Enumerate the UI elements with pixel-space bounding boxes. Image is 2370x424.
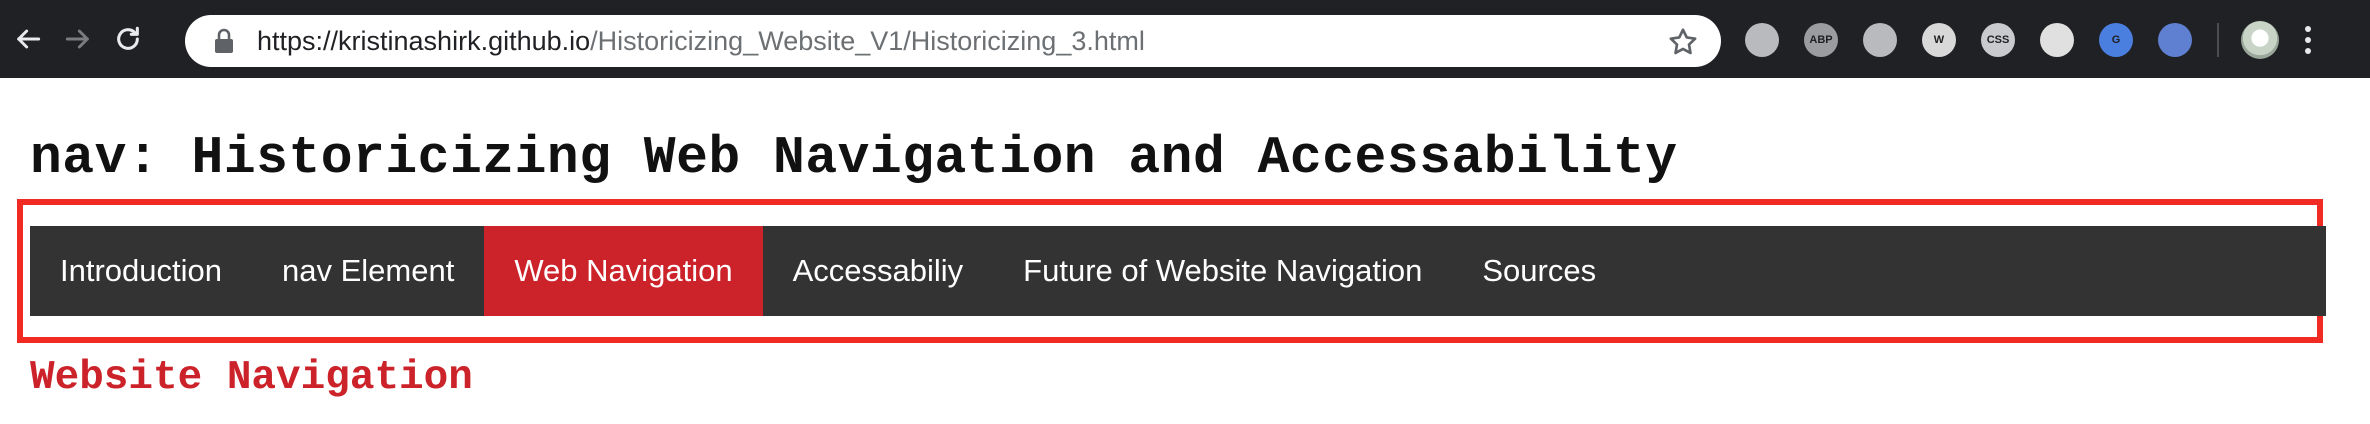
main-navigation: Introduction nav Element Web Navigation Acc… [30,226,2326,316]
back-button[interactable] [6,17,50,61]
back-arrow-icon [17,29,41,49]
nav-link-future-of-website-navigation[interactable]: Future of Website Navigation [993,226,1452,316]
extensions-area: ABP W CSS G [1745,18,2311,62]
blocked-extension-icon[interactable] [2158,23,2192,57]
wikiwand-icon[interactable]: W [1922,23,1956,57]
forward-arrow-icon [65,29,89,49]
reload-icon [117,26,139,50]
nav-link-accessabiliy[interactable]: Accessabiliy [763,226,994,316]
url-text: https://kristinashirk.github.io/Historic… [257,26,1145,57]
star-icon[interactable] [1667,26,1699,58]
nav-link-web-navigation[interactable]: Web Navigation [484,226,763,316]
nav-link-sources[interactable]: Sources [1452,226,1626,316]
hat-extension-icon[interactable] [1863,23,1897,57]
google-translate-icon[interactable]: G [2099,23,2133,57]
section-heading: Website Navigation [30,355,473,401]
css-viewer-icon[interactable]: CSS [1981,23,2015,57]
browser-toolbar: https://kristinashirk.github.io/Historic… [0,0,2370,78]
address-bar[interactable]: https://kristinashirk.github.io/Historic… [185,15,1721,67]
toolbar-separator [2217,23,2219,57]
page-title: nav: Historicizing Web Navigation and Ac… [30,128,1678,188]
reload-button[interactable] [106,17,150,61]
url-host: https://kristinashirk.github.io [257,25,591,56]
menu-kebab-icon[interactable] [2305,26,2311,54]
circle-extension-icon[interactable] [2040,23,2074,57]
profile-avatar[interactable] [2241,21,2279,59]
google-drive-icon[interactable] [1745,23,1779,57]
adblock-plus-icon[interactable]: ABP [1804,23,1838,57]
nav-link-nav-element[interactable]: nav Element [252,226,484,316]
url-path: /Historicizing_Website_V1/Historicizing_… [590,25,1145,56]
forward-button[interactable] [56,17,100,61]
lock-icon [215,28,233,53]
nav-link-introduction[interactable]: Introduction [30,226,252,316]
